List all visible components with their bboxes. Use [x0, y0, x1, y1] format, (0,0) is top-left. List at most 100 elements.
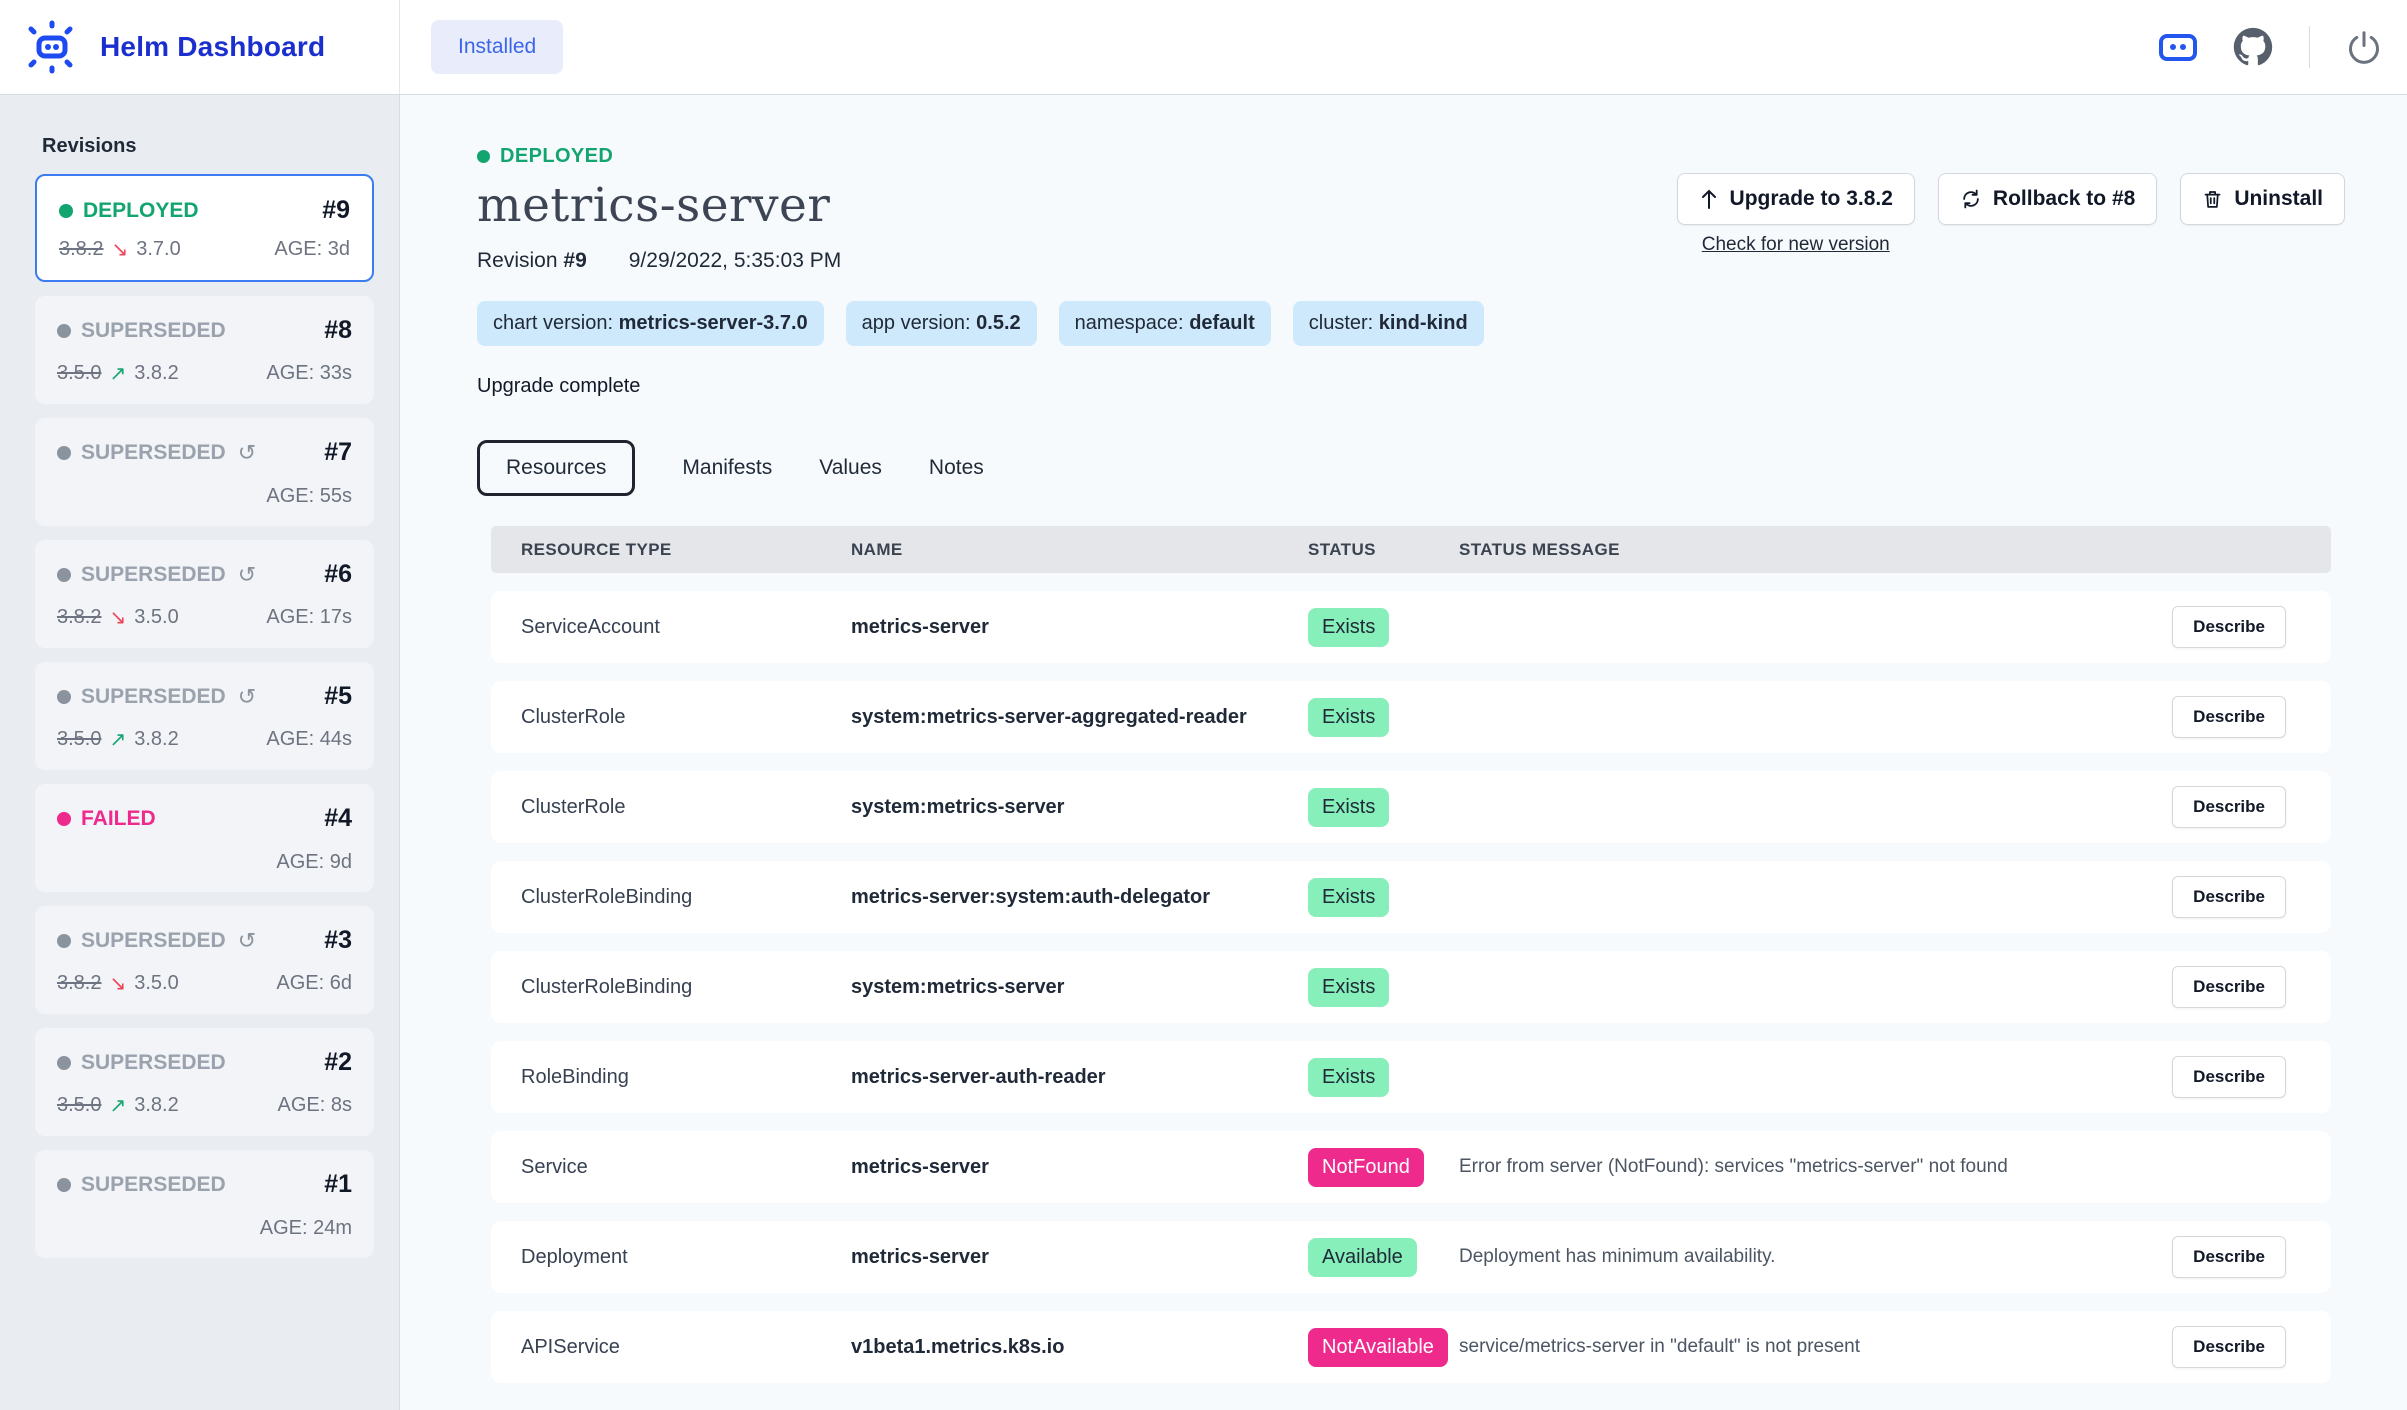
cell-resource-type: ClusterRole [491, 706, 821, 729]
cell-resource-type: APIService [491, 1336, 821, 1359]
version-direction-icon: ↗ [109, 727, 126, 752]
power-icon[interactable] [2346, 29, 2382, 65]
describe-button[interactable]: Describe [2172, 1056, 2286, 1098]
old-version: 3.8.2 [59, 238, 103, 261]
release-tabs: Resources Manifests Values Notes [477, 440, 2345, 496]
revision-version-change: 3.8.2 ↘ 3.5.0 [57, 605, 179, 630]
rollback-button[interactable]: Rollback to #8 [1938, 173, 2157, 225]
describe-button[interactable]: Describe [2172, 696, 2286, 738]
revision-number: #4 [324, 804, 352, 833]
revision-number: #9 [322, 196, 350, 225]
cell-resource-type: ClusterRole [491, 796, 821, 819]
revision-age: AGE: 17s [266, 606, 352, 629]
status-badge: Exists [1308, 788, 1389, 827]
col-resource-type: RESOURCE TYPE [491, 540, 821, 560]
revision-status-dot [57, 324, 71, 338]
describe-button[interactable]: Describe [2172, 786, 2286, 828]
status-dot [477, 150, 490, 163]
release-status-message: Upgrade complete [477, 375, 2345, 398]
describe-button[interactable]: Describe [2172, 1326, 2286, 1368]
release-badge: namespace: default [1059, 301, 1271, 346]
cell-status-message: Error from server (NotFound): services "… [1429, 1156, 2126, 1178]
version-direction-icon: ↘ [111, 237, 128, 262]
revision-status-label: SUPERSEDED [81, 1173, 226, 1197]
topbar-icons [2159, 26, 2407, 68]
revision-card[interactable]: SUPERSEDED ↺ #7 AGE: 55s [35, 418, 374, 526]
release-badge: chart version: metrics-server-3.7.0 [477, 301, 824, 346]
tab-manifests[interactable]: Manifests [682, 442, 772, 494]
revision-status-label: SUPERSEDED [81, 563, 226, 587]
cell-status-message: Deployment has minimum availability. [1429, 1246, 2126, 1268]
table-row: APIService v1beta1.metrics.k8s.io NotAva… [491, 1311, 2331, 1383]
status-badge: Exists [1308, 878, 1389, 917]
table-row: Deployment metrics-server Available Depl… [491, 1221, 2331, 1293]
tab-notes[interactable]: Notes [929, 442, 984, 494]
check-new-version-link[interactable]: Check for new version [1702, 234, 1890, 256]
release-detail: DEPLOYED metrics-server Revision #9 9/29… [400, 95, 2407, 1410]
revision-age: AGE: 33s [266, 362, 352, 385]
cell-status: Exists [1278, 968, 1429, 1007]
cell-resource-type: ClusterRoleBinding [491, 886, 821, 909]
table-row: Service metrics-server NotFound Error fr… [491, 1131, 2331, 1203]
cell-status: Exists [1278, 1058, 1429, 1097]
revision-status-label: SUPERSEDED [81, 929, 226, 953]
revision-number: #2 [324, 1048, 352, 1077]
revision-age: AGE: 24m [260, 1217, 352, 1240]
revision-card[interactable]: FAILED ↺ #4 AGE: 9d [35, 784, 374, 892]
release-date: 9/29/2022, 5:35:03 PM [629, 249, 842, 273]
describe-button[interactable]: Describe [2172, 1236, 2286, 1278]
revision-version-change: 3.5.0 ↗ 3.8.2 [57, 361, 179, 386]
revision-age: AGE: 8s [278, 1094, 352, 1117]
revision-status-dot [57, 1178, 71, 1192]
revision-card[interactable]: SUPERSEDED ↺ #5 3.5.0 ↗ 3.8.2 AGE: 44s [35, 662, 374, 770]
revision-card[interactable]: SUPERSEDED ↺ #6 3.8.2 ↘ 3.5.0 AGE: 17s [35, 540, 374, 648]
version-direction-icon: ↗ [109, 1093, 126, 1118]
upgrade-button[interactable]: Upgrade to 3.8.2 [1677, 173, 1915, 225]
cell-name: metrics-server:system:auth-delegator [821, 886, 1278, 909]
status-badge: Exists [1308, 1058, 1389, 1097]
status-badge: NotAvailable [1308, 1328, 1448, 1367]
revision-card[interactable]: SUPERSEDED ↺ #3 3.8.2 ↘ 3.5.0 AGE: 6d [35, 906, 374, 1014]
revision-status-dot [57, 934, 71, 948]
old-version: 3.5.0 [57, 728, 101, 751]
revision-number: #1 [324, 1170, 352, 1199]
table-row: RoleBinding metrics-server-auth-reader E… [491, 1041, 2331, 1113]
revision-status-dot [57, 446, 71, 460]
helm-dashboard-logo-icon [22, 17, 80, 77]
tab-values[interactable]: Values [819, 442, 882, 494]
cell-name: metrics-server [821, 1246, 1278, 1269]
revision-status-label: SUPERSEDED [81, 685, 226, 709]
new-version: 3.8.2 [134, 1094, 178, 1117]
revision-version-change: 3.8.2 ↘ 3.7.0 [59, 237, 181, 262]
describe-button[interactable]: Describe [2172, 966, 2286, 1008]
revision-card[interactable]: DEPLOYED ↺ #9 3.8.2 ↘ 3.7.0 AGE: 3d [35, 174, 374, 282]
describe-button[interactable]: Describe [2172, 876, 2286, 918]
revision-card[interactable]: SUPERSEDED ↺ #8 3.5.0 ↗ 3.8.2 AGE: 33s [35, 296, 374, 404]
old-version: 3.8.2 [57, 972, 101, 995]
revision-status-label: FAILED [81, 807, 156, 831]
status-badge: Exists [1308, 698, 1389, 737]
table-row: ServiceAccount metrics-server Exists Des… [491, 591, 2331, 663]
describe-button[interactable]: Describe [2172, 606, 2286, 648]
new-version: 3.7.0 [136, 238, 180, 261]
revision-card[interactable]: SUPERSEDED ↺ #2 3.5.0 ↗ 3.8.2 AGE: 8s [35, 1028, 374, 1136]
version-direction-icon: ↘ [109, 971, 126, 996]
tab-resources[interactable]: Resources [477, 440, 635, 496]
cell-status: Exists [1278, 608, 1429, 647]
revision-card[interactable]: SUPERSEDED ↺ #1 AGE: 24m [35, 1150, 374, 1258]
bot-icon[interactable] [2159, 34, 2197, 61]
cell-status: NotAvailable [1278, 1328, 1429, 1367]
trash-icon [2202, 188, 2223, 210]
uninstall-button[interactable]: Uninstall [2180, 173, 2345, 225]
resources-table-header: RESOURCE TYPE NAME STATUS STATUS MESSAGE [491, 526, 2331, 573]
status-badge: NotFound [1308, 1148, 1424, 1187]
version-direction-icon: ↘ [109, 605, 126, 630]
revision-status-dot [59, 204, 73, 218]
col-name: NAME [821, 540, 1278, 560]
github-icon[interactable] [2233, 27, 2273, 67]
revision-age: AGE: 9d [276, 851, 352, 874]
revision-status-label: SUPERSEDED [81, 1051, 226, 1075]
nav-tab-installed[interactable]: Installed [431, 20, 563, 74]
new-version: 3.5.0 [134, 606, 178, 629]
table-row: ClusterRole system:metrics-server Exists… [491, 771, 2331, 843]
